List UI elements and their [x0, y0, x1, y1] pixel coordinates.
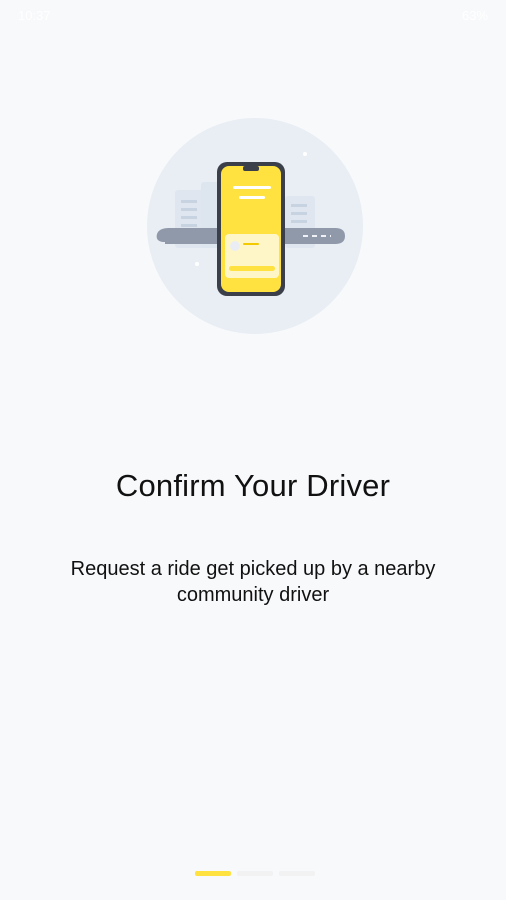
- status-bar: 10:37 63%: [0, 0, 506, 32]
- phone-ride-confirmation-illustration: [145, 116, 365, 336]
- status-time: 10:37: [18, 8, 51, 23]
- pager-dot-3: [279, 871, 315, 876]
- battery-percentage: 63%: [461, 8, 488, 23]
- illustration-svg: [147, 118, 363, 334]
- onboarding-subtitle: Request a ride get picked up by a nearby…: [70, 558, 436, 606]
- pager-dot-1: [195, 871, 231, 876]
- pager-indicator: [195, 871, 315, 877]
- pager-dot-2: [237, 871, 273, 876]
- onboarding-title: Confirm Your Driver: [115, 468, 391, 503]
